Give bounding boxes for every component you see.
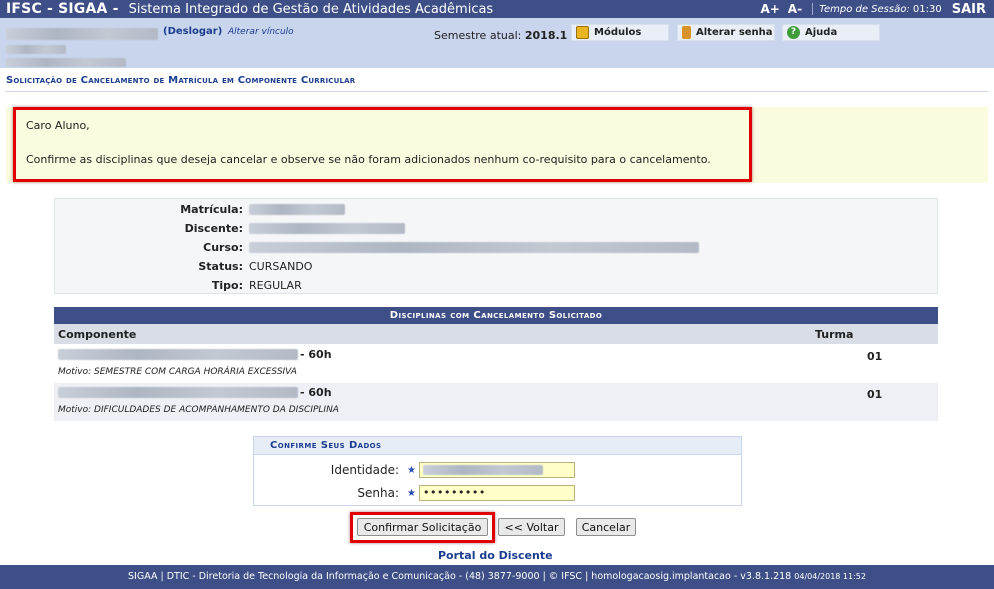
table-row: - 60h 01 Motivo: DIFICULDADES DE ACOMPAN…	[54, 383, 938, 421]
session-timer: Tempo de Sessão: 01:30	[819, 4, 942, 15]
deslogar-link[interactable]: (Deslogar)	[163, 26, 222, 37]
key-icon	[682, 26, 691, 39]
confirm-header: Confirme Seus Dados	[254, 437, 741, 455]
status-value: CURSANDO	[249, 260, 313, 273]
message-text: Confirme as disciplinas que deseja cance…	[26, 153, 711, 166]
semestre-atual: Semestre atual: 2018.1	[434, 29, 567, 42]
modulos-button[interactable]: Módulos	[571, 24, 669, 41]
top-bar-controls: A+ A- Tempo de Sessão: 01:30 SAIR	[760, 0, 994, 18]
redacted-user-info	[6, 58, 126, 67]
confirmar-solicitacao-button[interactable]: Confirmar Solicitação	[357, 518, 488, 536]
page-title: Solicitação de Cancelamento de Matrícula…	[6, 75, 356, 86]
identidade-input[interactable]	[419, 462, 575, 478]
semestre-label: Semestre atual:	[434, 29, 522, 42]
font-increase-button[interactable]: A+	[760, 2, 779, 16]
alterar-senha-label: Alterar senha	[696, 27, 773, 38]
table-header-row: Componente Turma	[54, 324, 938, 344]
redacted-user-info	[6, 45, 66, 54]
footer-text: SIGAA | DTIC - Diretoria de Tecnologia d…	[128, 571, 792, 582]
brand-logo: IFSC - SIGAA -	[6, 1, 119, 17]
tipo-value: REGULAR	[249, 279, 302, 292]
semestre-value: 2018.1	[524, 29, 568, 42]
discente-label: Discente:	[184, 222, 243, 235]
redacted-componente	[58, 349, 298, 360]
senha-input[interactable]: •••••••••	[419, 485, 575, 501]
redacted-discente	[249, 223, 405, 234]
curso-row: Curso:	[55, 238, 939, 256]
matricula-label: Matrícula:	[180, 203, 243, 216]
redacted-matricula	[249, 204, 345, 215]
motivo-text: Motivo: SEMESTRE COM CARGA HORÁRIA EXCES…	[58, 367, 297, 377]
senha-label: Senha:	[357, 486, 399, 500]
voltar-button[interactable]: << Voltar	[498, 518, 565, 536]
modulos-label: Módulos	[594, 27, 642, 38]
redacted-curso	[249, 242, 699, 253]
ajuda-button[interactable]: ? Ajuda	[782, 24, 880, 41]
box-icon	[576, 26, 589, 39]
table-row: - 60h 01 Motivo: SEMESTRE COM CARGA HORÁ…	[54, 345, 938, 383]
divider	[812, 3, 814, 15]
disciplinas-header: Disciplinas com Cancelamento Solicitado	[54, 307, 938, 324]
alterar-senha-button[interactable]: Alterar senha	[677, 24, 775, 41]
alterar-vinculo-link[interactable]: Alterar vínculo	[228, 27, 294, 37]
redacted-identidade	[423, 465, 543, 475]
help-icon: ?	[787, 26, 800, 39]
user-bar: (Deslogar) Alterar vínculo Semestre atua…	[0, 18, 994, 68]
session-time: 01:30	[912, 3, 942, 15]
top-bar: IFSC - SIGAA - Sistema Integrado de Gest…	[0, 0, 994, 18]
redacted-user-name	[6, 28, 158, 40]
redacted-componente	[58, 387, 298, 398]
componente-hours: - 60h	[300, 348, 332, 361]
portal-discente-link[interactable]: Portal do Discente	[438, 549, 553, 562]
tipo-label: Tipo:	[211, 279, 243, 292]
col-componente: Componente	[58, 328, 137, 341]
curso-label: Curso:	[203, 241, 243, 254]
font-decrease-button[interactable]: A-	[788, 2, 802, 16]
cancelar-button[interactable]: Cancelar	[576, 518, 636, 536]
componente-hours: - 60h	[300, 386, 332, 399]
turma-cell: 01	[867, 350, 883, 363]
message-box: Caro Aluno, Confirme as disciplinas que …	[6, 107, 988, 183]
componente-cell: - 60h	[58, 386, 332, 399]
required-star-icon: ★	[407, 465, 416, 476]
identidade-label: Identidade:	[330, 463, 399, 477]
student-info-panel: Matrícula: Discente: Curso: Status: CURS…	[54, 198, 938, 294]
componente-cell: - 60h	[58, 348, 332, 361]
divider	[6, 91, 988, 92]
motivo-text: Motivo: DIFICULDADES DE ACOMPANHAMENTO D…	[58, 405, 339, 415]
ajuda-label: Ajuda	[805, 27, 838, 38]
required-star-icon: ★	[407, 488, 416, 499]
footer-timestamp: 04/04/2018 11:52	[794, 572, 866, 581]
session-label: Tempo de Sessão:	[819, 3, 910, 15]
footer: SIGAA | DTIC - Diretoria de Tecnologia d…	[0, 565, 994, 589]
status-row: Status: CURSANDO	[55, 257, 939, 275]
turma-cell: 01	[867, 388, 883, 401]
status-label: Status:	[198, 260, 243, 273]
system-name: Sistema Integrado de Gestão de Atividade…	[128, 1, 494, 17]
message-greeting: Caro Aluno,	[26, 119, 90, 132]
discente-row: Discente:	[55, 219, 939, 237]
col-turma: Turma	[815, 328, 854, 341]
matricula-row: Matrícula:	[55, 200, 939, 218]
tipo-row: Tipo: REGULAR	[55, 276, 939, 294]
confirm-data-box: Confirme Seus Dados Identidade: ★ Senha:…	[253, 436, 742, 506]
logout-button[interactable]: SAIR	[952, 2, 986, 17]
